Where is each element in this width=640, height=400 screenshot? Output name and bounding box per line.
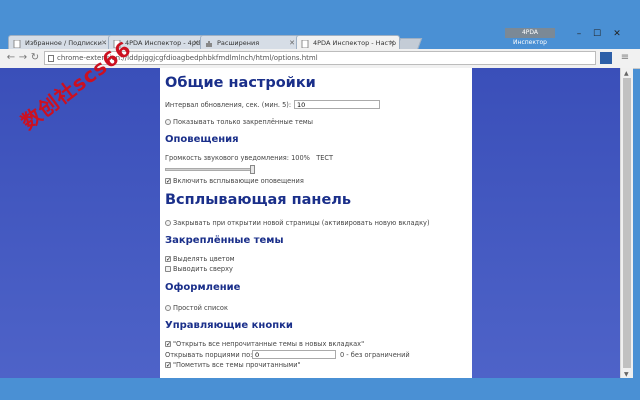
profile-badge[interactable]: 4PDA Инспектор [505,28,555,46]
document-icon [13,39,21,49]
close-tab-icon[interactable]: ✕ [193,36,199,49]
volume-label: Громкость звукового уведомления: 100% ТЕ… [165,154,333,162]
menu-icon[interactable]: ≡ [618,51,632,65]
general-settings-title: Общие настройки [165,75,316,91]
interval-input[interactable]: 10 [294,100,380,109]
scrollbar-thumb[interactable] [623,78,631,368]
simple-list-checkbox[interactable] [165,305,171,311]
open-portions-input[interactable]: 0 [252,350,336,359]
volume-text: Громкость звукового уведомления: 100% [165,154,310,162]
open-portions-hint: 0 - без ограничений [340,351,410,359]
tab-extensions[interactable]: Расширения ✕ [200,35,300,49]
simple-list-label: Простой список [173,304,228,312]
open-all-checkbox[interactable] [165,341,171,347]
mark-all-option[interactable]: "Пометить все темы прочитанными" [165,361,301,369]
settings-page: Общие настройки Интервал обновления, сек… [160,68,472,378]
mark-all-label: "Пометить все темы прочитанными" [173,361,301,369]
only-pinned-label: Показывать только закреплённые темы [173,118,313,126]
extension-icon[interactable] [600,52,612,64]
highlight-option[interactable]: Выделять цветом [165,255,235,263]
mark-all-checkbox[interactable] [165,362,171,368]
show-top-option[interactable]: Выводить сверху [165,265,233,273]
notifications-title: Оповещения [165,134,239,145]
document-icon [301,39,309,49]
popup-notif-checkbox[interactable] [165,178,171,184]
highlight-label: Выделять цветом [173,255,235,263]
volume-slider-knob[interactable] [250,165,255,174]
page-icon [48,55,54,62]
only-pinned-option[interactable]: Показывать только закреплённые темы [165,118,313,126]
close-window-icon[interactable]: ✕ [608,28,626,40]
reload-icon[interactable]: ↻ [28,51,42,65]
open-all-option[interactable]: "Открыть все непрочитанные темы в новых … [165,340,364,348]
desktop-background [0,378,640,400]
scrollbar[interactable]: ▲ ▼ [620,68,633,378]
tab-inspector-settings[interactable]: 4PDA Инспектор - Настр ✕ [296,35,400,49]
tab-label: Избранное / Подписки - [25,39,107,47]
open-portions-label: Открывать порциями по: [165,351,253,359]
maximize-icon[interactable]: ☐ [588,28,606,40]
tab-label: 4PDA Инспектор - Настр [313,39,397,47]
close-on-open-option[interactable]: Закрывать при открытии новой страницы (а… [165,219,430,227]
highlight-checkbox[interactable] [165,256,171,262]
volume-slider[interactable] [165,165,255,174]
close-tab-icon[interactable]: ✕ [389,36,395,49]
simple-list-option[interactable]: Простой список [165,304,228,312]
show-top-checkbox[interactable] [165,266,171,272]
minimize-icon[interactable]: – [570,28,588,40]
scroll-up-icon[interactable]: ▲ [624,70,629,77]
scroll-down-icon[interactable]: ▼ [624,371,629,378]
control-buttons-title: Управляющие кнопки [165,320,293,331]
popup-notif-label: Включить всплывающие оповещения [173,177,304,185]
close-tab-icon[interactable]: ✕ [289,36,295,49]
design-title: Оформление [165,282,241,293]
close-on-open-checkbox[interactable] [165,220,171,226]
pinned-topics-title: Закреплённые темы [165,235,284,246]
test-sound-link[interactable]: ТЕСТ [316,154,333,162]
puzzle-icon [205,39,213,47]
tab-favorites[interactable]: Избранное / Подписки - ✕ [8,35,112,49]
only-pinned-checkbox[interactable] [165,119,171,125]
popup-panel-title: Всплывающая панель [165,192,352,208]
right-background-panel [472,68,620,378]
popup-notif-option[interactable]: Включить всплывающие оповещения [165,177,304,185]
close-on-open-label: Закрывать при открытии новой страницы (а… [173,219,430,227]
show-top-label: Выводить сверху [173,265,233,273]
tab-label: Расширения [217,39,260,47]
interval-label: Интервал обновления, сек. (мин. 5): [165,101,292,109]
open-all-label: "Открыть все непрочитанные темы в новых … [173,340,365,348]
